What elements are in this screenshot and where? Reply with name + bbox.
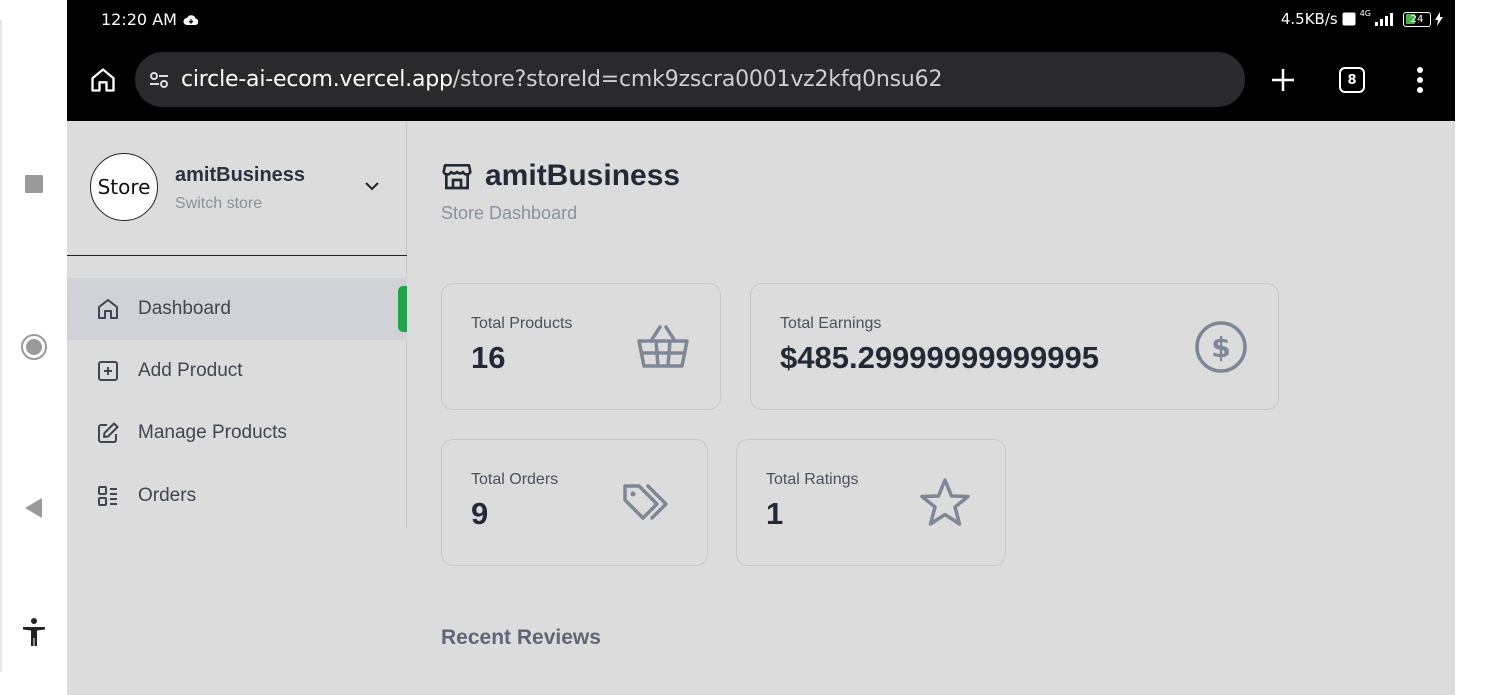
store-avatar-alt: Store [97,175,151,199]
more-vert-icon [1417,67,1423,93]
stat-value: 1 [766,496,784,531]
switch-store-label: Switch store [175,195,263,212]
recent-reviews-heading: Recent Reviews [441,626,601,649]
list-icon [95,483,121,509]
cloud-icon [183,14,199,25]
dashboard-main: amitBusiness Store Dashboard Total Produ… [441,121,1421,695]
accessibility-button[interactable] [14,612,54,652]
battery-level: 24 [1410,13,1424,25]
stat-label: Total Products [471,315,573,332]
rail-divider [0,20,2,672]
edit-icon [95,420,121,446]
url-host: circle-ai-ecom.vercel.app [181,67,453,92]
home-nav-button[interactable] [14,327,54,367]
svg-text:$: $ [1211,331,1230,364]
status-right-group: 4.5KB/s 4G 24 [1280,8,1443,28]
browser-home-button[interactable] [85,60,121,100]
page-subtitle: Store Dashboard [441,203,578,223]
page-content: Store amitBusiness Switch store Dashboar… [67,121,1455,695]
stat-card-products: Total Products 16 [441,283,721,410]
store-name: amitBusiness [175,164,306,186]
page-title-text: amitBusiness [485,159,681,192]
volte-icon [1342,12,1356,26]
sidebar-item-dashboard[interactable]: Dashboard [67,278,407,340]
sidebar-item-label: Add Product [138,360,243,381]
system-nav-rail [0,0,67,695]
status-time: 12:20 AM [101,10,177,29]
active-indicator [398,286,407,332]
basket-icon [635,322,691,372]
store-icon [442,164,472,190]
sidebar-item-add-product[interactable]: Add Product [67,340,407,402]
signal-type: 4G [1359,8,1371,18]
sidebar-item-manage-products[interactable]: Manage Products [67,402,407,464]
status-time-group: 12:20 AM [101,10,199,29]
back-nav-button[interactable] [14,488,54,528]
url-bar[interactable]: circle-ai-ecom.vercel.app/store?storeId=… [135,52,1245,107]
stat-label: Total Ratings [766,471,859,488]
net-speed: 4.5KB/s [1280,10,1338,28]
page-title: amitBusiness [441,159,680,193]
browser-menu-button[interactable] [1405,62,1435,98]
home-icon [91,68,115,92]
sidebar-item-orders[interactable]: Orders [67,465,407,527]
stat-value: $485.29999999999995 [780,340,1099,375]
stat-card-orders: Total Orders 9 [441,439,708,566]
dollar-circle-icon: $ [1193,321,1249,373]
site-settings-icon[interactable] [147,68,171,92]
right-margin [1455,0,1507,695]
chevron-down-icon[interactable] [363,179,381,193]
stat-card-earnings: Total Earnings $485.29999999999995 $ [750,283,1279,410]
store-avatar: Store [90,153,158,221]
new-tab-button[interactable] [1265,62,1301,98]
star-icon [917,478,973,528]
browser-toolbar: circle-ai-ecom.vercel.app/store?storeId=… [67,40,1455,121]
recents-button[interactable] [14,164,54,204]
sidebar-item-label: Dashboard [138,298,231,319]
store-sidebar: Store amitBusiness Switch store Dashboar… [67,121,407,528]
stat-label: Total Earnings [780,315,882,332]
stat-label: Total Orders [471,471,559,488]
sidebar-item-label: Orders [138,485,197,506]
signal-icon [1375,13,1393,26]
url-path: /store?storeId=cmk9zscra0001vz2kfq0nsu62 [452,67,943,92]
home-icon [95,296,121,322]
tags-icon [622,478,678,528]
tab-switcher-button[interactable]: 8 [1339,67,1365,93]
stat-value: 9 [471,496,489,531]
battery-icon: 24 [1403,11,1431,27]
url-text: circle-ai-ecom.vercel.app/store?storeId=… [181,67,942,92]
stat-value: 16 [471,340,506,375]
charging-icon [1435,12,1443,26]
status-bar: 12:20 AM 4.5KB/s 4G 24 [67,0,1455,40]
store-switcher[interactable]: Store amitBusiness Switch store [67,121,407,256]
plus-icon [1272,69,1294,91]
stat-card-ratings: Total Ratings 1 [736,439,1006,566]
sidebar-item-label: Manage Products [138,422,287,443]
plus-square-icon [95,358,121,384]
